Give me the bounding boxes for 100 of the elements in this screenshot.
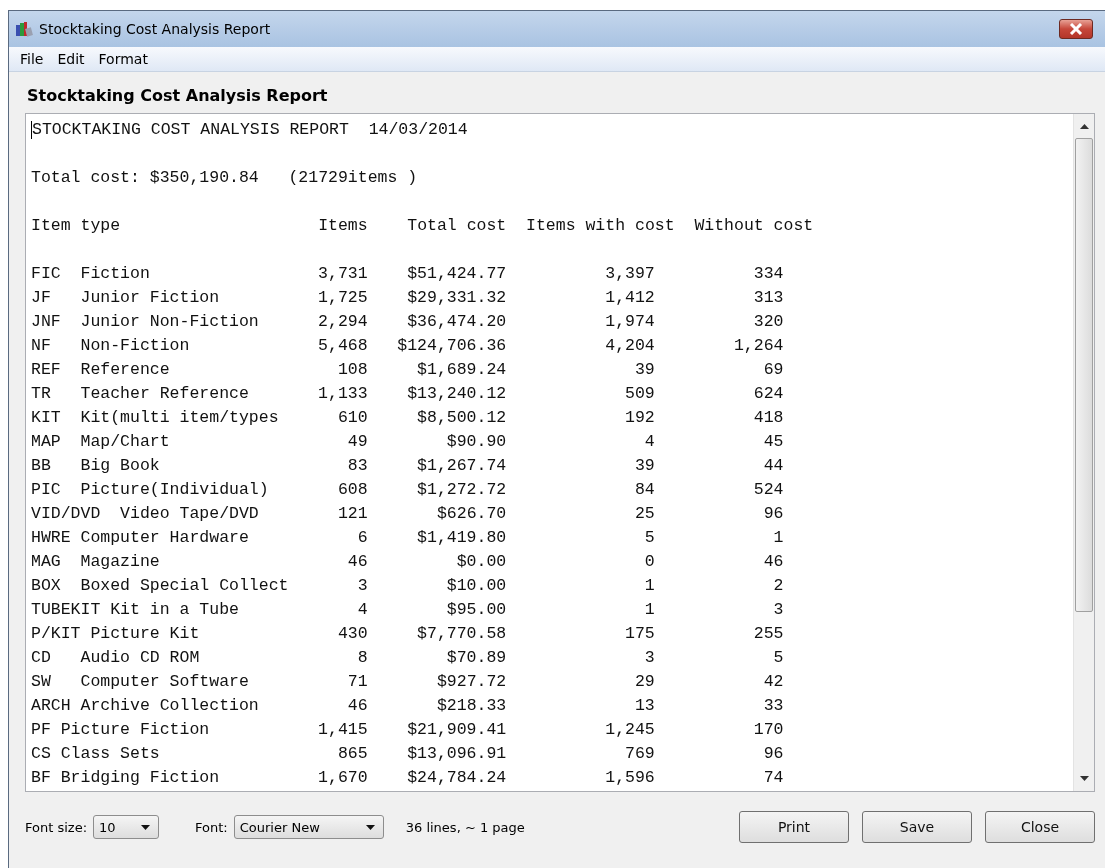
- total-cost-value: $95.00: [446, 600, 507, 619]
- menu-item[interactable]: Format: [91, 51, 155, 68]
- items-with-cost-count: 3,397: [605, 264, 655, 283]
- total-cost-value: $1,419.80: [417, 528, 507, 547]
- items-with-cost-count: 1: [644, 600, 655, 619]
- up-arrow-icon: [1079, 123, 1089, 129]
- total-cost-value: $626.70: [436, 504, 507, 523]
- items-with-cost-count: 4: [644, 432, 655, 451]
- total-cost-value: $1,267.74: [417, 456, 507, 475]
- items-count: 430: [337, 624, 368, 643]
- items-with-cost-count: 769: [625, 744, 655, 763]
- items-with-cost-count: 13: [634, 696, 655, 715]
- caret-icon: [141, 824, 151, 830]
- without-cost-count: 3: [773, 600, 784, 619]
- items-with-cost-count: 84: [634, 480, 655, 499]
- close-icon: [1069, 23, 1083, 36]
- close-button[interactable]: [1059, 19, 1093, 40]
- total-cost-value: $124,706.36: [397, 336, 507, 355]
- without-cost-count: 624: [753, 384, 784, 403]
- total-cost-line: Total cost: $350,190.84 (21729items ): [31, 167, 418, 189]
- items-count: 83: [347, 456, 368, 475]
- dialog-button[interactable]: Save: [862, 811, 972, 843]
- item-type-text: TR Teacher Reference: [31, 384, 249, 403]
- items-count: 1,725: [318, 288, 368, 307]
- total-cost-value: $51,424.77: [407, 264, 507, 283]
- items-count: 46: [347, 552, 368, 571]
- column-header: Without cost: [694, 216, 814, 235]
- total-cost-value: $70.89: [446, 648, 507, 667]
- items-with-cost-count: 39: [634, 456, 655, 475]
- item-type-text: MAG Magazine: [31, 552, 160, 571]
- without-cost-count: 2: [773, 576, 784, 595]
- total-cost-value: $13,096.91: [407, 744, 507, 763]
- item-type-text: JF Junior Fiction: [31, 288, 220, 307]
- items-with-cost-count: 1,412: [605, 288, 655, 307]
- item-type-text: PIC Picture(Individual): [31, 480, 269, 499]
- total-cost-value: $8,500.12: [417, 408, 507, 427]
- items-count: 3,731: [318, 264, 368, 283]
- font-label: Font:: [195, 819, 228, 835]
- total-cost-value: $7,770.58: [417, 624, 507, 643]
- items-count: 8: [357, 648, 368, 667]
- font-dropdown[interactable]: Courier New: [233, 815, 384, 839]
- item-type-text: BF Bridging Fiction: [31, 768, 220, 787]
- items-with-cost-count: 1,974: [605, 312, 655, 331]
- item-type-text: P/KIT Picture Kit: [31, 624, 200, 643]
- column-header: Items: [318, 216, 368, 235]
- items-with-cost-count: 29: [634, 672, 655, 691]
- total-cost-value: $10.00: [446, 576, 507, 595]
- item-type-text: CD Audio CD ROM: [31, 648, 200, 667]
- items-with-cost-count: 1,245: [605, 720, 655, 739]
- without-cost-count: 46: [763, 552, 784, 571]
- menu-item[interactable]: Edit: [50, 51, 92, 68]
- dialog-button[interactable]: Close: [985, 811, 1095, 843]
- items-count: 4: [357, 600, 368, 619]
- total-cost-value: $24,784.24: [407, 768, 507, 787]
- items-count: 1,670: [318, 768, 368, 787]
- down-arrow-icon: [1079, 776, 1089, 782]
- total-cost-value: $90.90: [446, 432, 507, 451]
- column-header: Item type: [31, 216, 121, 235]
- items-with-cost-count: 39: [634, 360, 655, 379]
- items-count: 49: [347, 432, 368, 451]
- vertical-scrollbar[interactable]: [1073, 114, 1094, 791]
- item-type-text: BB Big Book: [31, 456, 160, 475]
- font-size-dropdown[interactable]: 10: [93, 815, 160, 839]
- without-cost-count: 334: [753, 264, 784, 283]
- items-with-cost-count: 5: [644, 528, 655, 547]
- item-type-text: JNF Junior Non-Fiction: [31, 312, 259, 331]
- items-with-cost-count: 509: [625, 384, 655, 403]
- items-with-cost-count: 175: [625, 624, 655, 643]
- items-with-cost-count: 25: [634, 504, 655, 523]
- item-type-text: HWRE Computer Hardware: [31, 528, 249, 547]
- scrollbar-thumb[interactable]: [1075, 138, 1093, 612]
- items-with-cost-count: 0: [644, 552, 655, 571]
- without-cost-count: 33: [763, 696, 784, 715]
- items-count: 5,468: [318, 336, 368, 355]
- items-count: 121: [337, 504, 368, 523]
- items-with-cost-count: 3: [644, 648, 655, 667]
- items-count: 1,415: [318, 720, 368, 739]
- dialog-button[interactable]: Print: [739, 811, 849, 843]
- item-type-text: ARCH Archive Collection: [31, 696, 259, 715]
- total-cost-value: $0.00: [456, 552, 507, 571]
- without-cost-count: 45: [763, 432, 784, 451]
- item-type-text: TUBEKIT Kit in a Tube: [31, 600, 239, 619]
- without-cost-count: 44: [763, 456, 784, 475]
- page-count-text: 36 lines, ~ 1 page: [405, 819, 525, 835]
- total-cost-value: $21,909.41: [407, 720, 507, 739]
- report-heading: Stocktaking Cost Analysis Report: [26, 85, 329, 107]
- items-count: 2,294: [318, 312, 368, 331]
- item-type-text: BOX Boxed Special Collect: [31, 576, 289, 595]
- item-type-text: PF Picture Fiction: [31, 720, 210, 739]
- total-cost-value: $1,272.72: [417, 480, 507, 499]
- column-header: Total cost: [407, 216, 507, 235]
- items-count: 3: [357, 576, 368, 595]
- caret-icon: [365, 824, 375, 830]
- without-cost-count: 1,264: [733, 336, 784, 355]
- report-text-area[interactable]: [25, 113, 1095, 792]
- total-cost-value: $927.72: [436, 672, 507, 691]
- items-with-cost-count: 4,204: [605, 336, 655, 355]
- without-cost-count: 170: [753, 720, 784, 739]
- menu-item[interactable]: File: [13, 51, 51, 68]
- without-cost-count: 320: [753, 312, 784, 331]
